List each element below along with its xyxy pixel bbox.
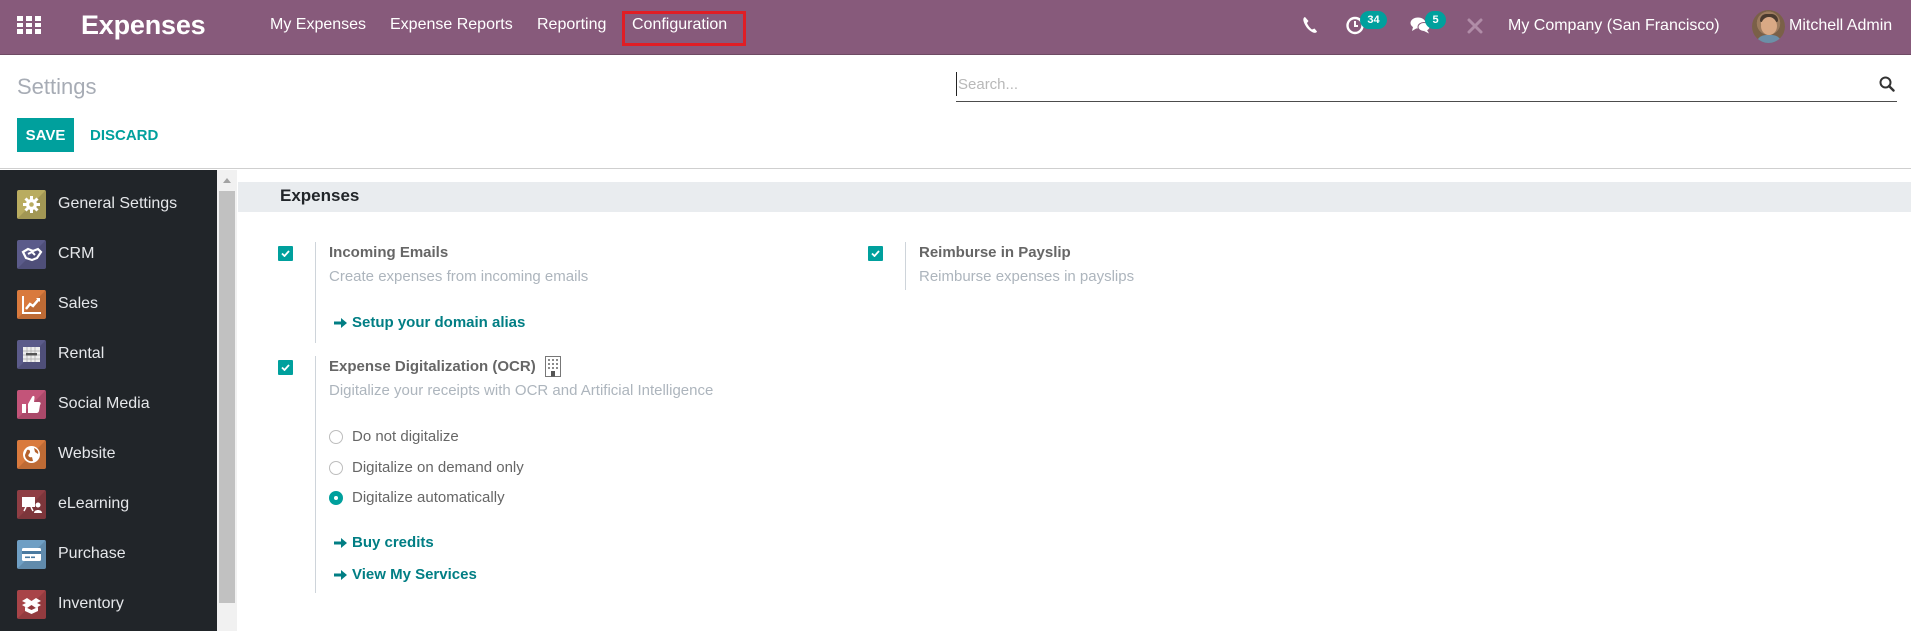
thumbs-up-icon: [17, 389, 46, 419]
sidebar-item-crm[interactable]: CRM: [0, 232, 217, 276]
radio-do-not-digitalize[interactable]: Do not digitalize: [329, 428, 459, 445]
sidebar-item-social-media[interactable]: Social Media: [0, 382, 217, 426]
setup-domain-alias-link[interactable]: Setup your domain alias: [334, 314, 525, 331]
arrow-right-icon: [334, 569, 347, 580]
radio-button[interactable]: [329, 460, 343, 475]
sidebar-item-label: eLearning: [58, 495, 130, 512]
incoming-emails-description: Create expenses from incoming emails: [329, 268, 589, 285]
radio-label: Digitalize automatically: [352, 489, 505, 506]
reimburse-payslip-description: Reimburse expenses in payslips: [919, 268, 1135, 285]
tools-icon[interactable]: [1467, 18, 1483, 34]
user-menu[interactable]: Mitchell Admin: [1789, 17, 1892, 35]
expense-digitalization-checkbox[interactable]: [278, 360, 293, 375]
activity-count-badge: 34: [1360, 11, 1387, 29]
incoming-emails-title: Incoming Emails: [329, 244, 449, 261]
sidebar-item-label: Inventory: [58, 595, 124, 612]
radio-button[interactable]: [329, 429, 343, 444]
incoming-emails-checkbox[interactable]: [278, 246, 293, 261]
top-navbar: Expenses My Expenses Expense Reports Rep…: [0, 0, 1911, 55]
chart-up-icon: [17, 289, 46, 319]
page-title: Settings: [17, 74, 97, 99]
presentation-icon: [17, 489, 46, 519]
link-label: Setup your domain alias: [352, 314, 526, 331]
radio-digitalize-automatically[interactable]: Digitalize automatically: [329, 489, 505, 506]
sidebar-item-general-settings[interactable]: General Settings: [0, 182, 217, 226]
expense-digitalization-title: Expense Digitalization (OCR): [329, 358, 536, 375]
save-button[interactable]: SAVE: [17, 118, 74, 152]
radio-label: Digitalize on demand only: [352, 459, 524, 476]
sidebar-item-label: CRM: [58, 245, 95, 262]
control-panel: Settings SAVE DISCARD: [0, 56, 1911, 169]
search-input[interactable]: [956, 72, 1856, 96]
expense-digitalization-description: Digitalize your receipts with OCR and Ar…: [329, 382, 714, 399]
globe-icon: [17, 439, 46, 469]
sidebar-item-label: Purchase: [58, 545, 126, 562]
discard-button[interactable]: DISCARD: [90, 118, 158, 152]
radio-digitalize-on-demand[interactable]: Digitalize on demand only: [329, 459, 524, 476]
user-avatar[interactable]: [1752, 10, 1785, 43]
view-my-services-link[interactable]: View My Services: [334, 566, 477, 583]
company-switcher[interactable]: My Company (San Francisco): [1508, 17, 1720, 35]
reimburse-payslip-checkbox[interactable]: [868, 246, 883, 261]
credit-card-icon: [17, 539, 46, 569]
settings-sidebar: General Settings CRM Sales Rental Social…: [0, 170, 217, 631]
building-icon: [545, 356, 561, 377]
radio-label: Do not digitalize: [352, 428, 459, 445]
setting-divider: [315, 356, 316, 593]
sidebar-item-purchase[interactable]: Purchase: [0, 532, 217, 576]
apps-grid-icon[interactable]: [17, 16, 41, 34]
app-name[interactable]: Expenses: [81, 10, 206, 41]
sidebar-item-label: General Settings: [58, 195, 178, 212]
radio-button-selected[interactable]: [329, 490, 343, 505]
search-icon[interactable]: [1879, 76, 1895, 92]
sidebar-item-label: Rental: [58, 345, 105, 362]
arrow-right-icon: [334, 537, 347, 548]
sidebar-item-label: Sales: [58, 295, 99, 312]
phone-icon[interactable]: [1302, 16, 1318, 34]
sidebar-scrollbar[interactable]: [217, 170, 237, 631]
box-icon: [17, 589, 46, 619]
configuration-highlight-box: [622, 11, 746, 46]
section-header: Expenses: [238, 182, 1911, 212]
sidebar-item-label: Social Media: [58, 395, 150, 412]
scroll-up-arrow-icon[interactable]: [223, 178, 231, 183]
menu-expense-reports[interactable]: Expense Reports: [390, 16, 513, 34]
messages-count-badge: 5: [1425, 11, 1446, 29]
section-title: Expenses: [280, 186, 360, 205]
search-bar: [956, 68, 1897, 102]
sidebar-item-rental[interactable]: Rental: [0, 332, 217, 376]
reimburse-payslip-title: Reimburse in Payslip: [919, 244, 1071, 261]
buy-credits-link[interactable]: Buy credits: [334, 534, 434, 551]
arrow-right-icon: [334, 317, 347, 328]
handshake-icon: [17, 239, 46, 269]
sidebar-item-label: Website: [58, 445, 116, 462]
link-label: View My Services: [352, 566, 477, 583]
link-label: Buy credits: [352, 534, 434, 551]
sidebar-item-inventory[interactable]: Inventory: [0, 582, 217, 626]
setting-divider: [905, 242, 906, 290]
menu-reporting[interactable]: Reporting: [537, 16, 606, 34]
sidebar-item-website[interactable]: Website: [0, 432, 217, 476]
scrollbar-thumb[interactable]: [219, 191, 235, 603]
calendar-grid-icon: [17, 339, 46, 369]
setting-divider: [315, 242, 316, 343]
menu-my-expenses[interactable]: My Expenses: [270, 16, 366, 34]
sidebar-item-elearning[interactable]: eLearning: [0, 482, 217, 526]
sidebar-item-sales[interactable]: Sales: [0, 282, 217, 326]
gear-icon: [17, 189, 46, 219]
settings-content: Expenses Incoming Emails Create expenses…: [237, 170, 1911, 631]
